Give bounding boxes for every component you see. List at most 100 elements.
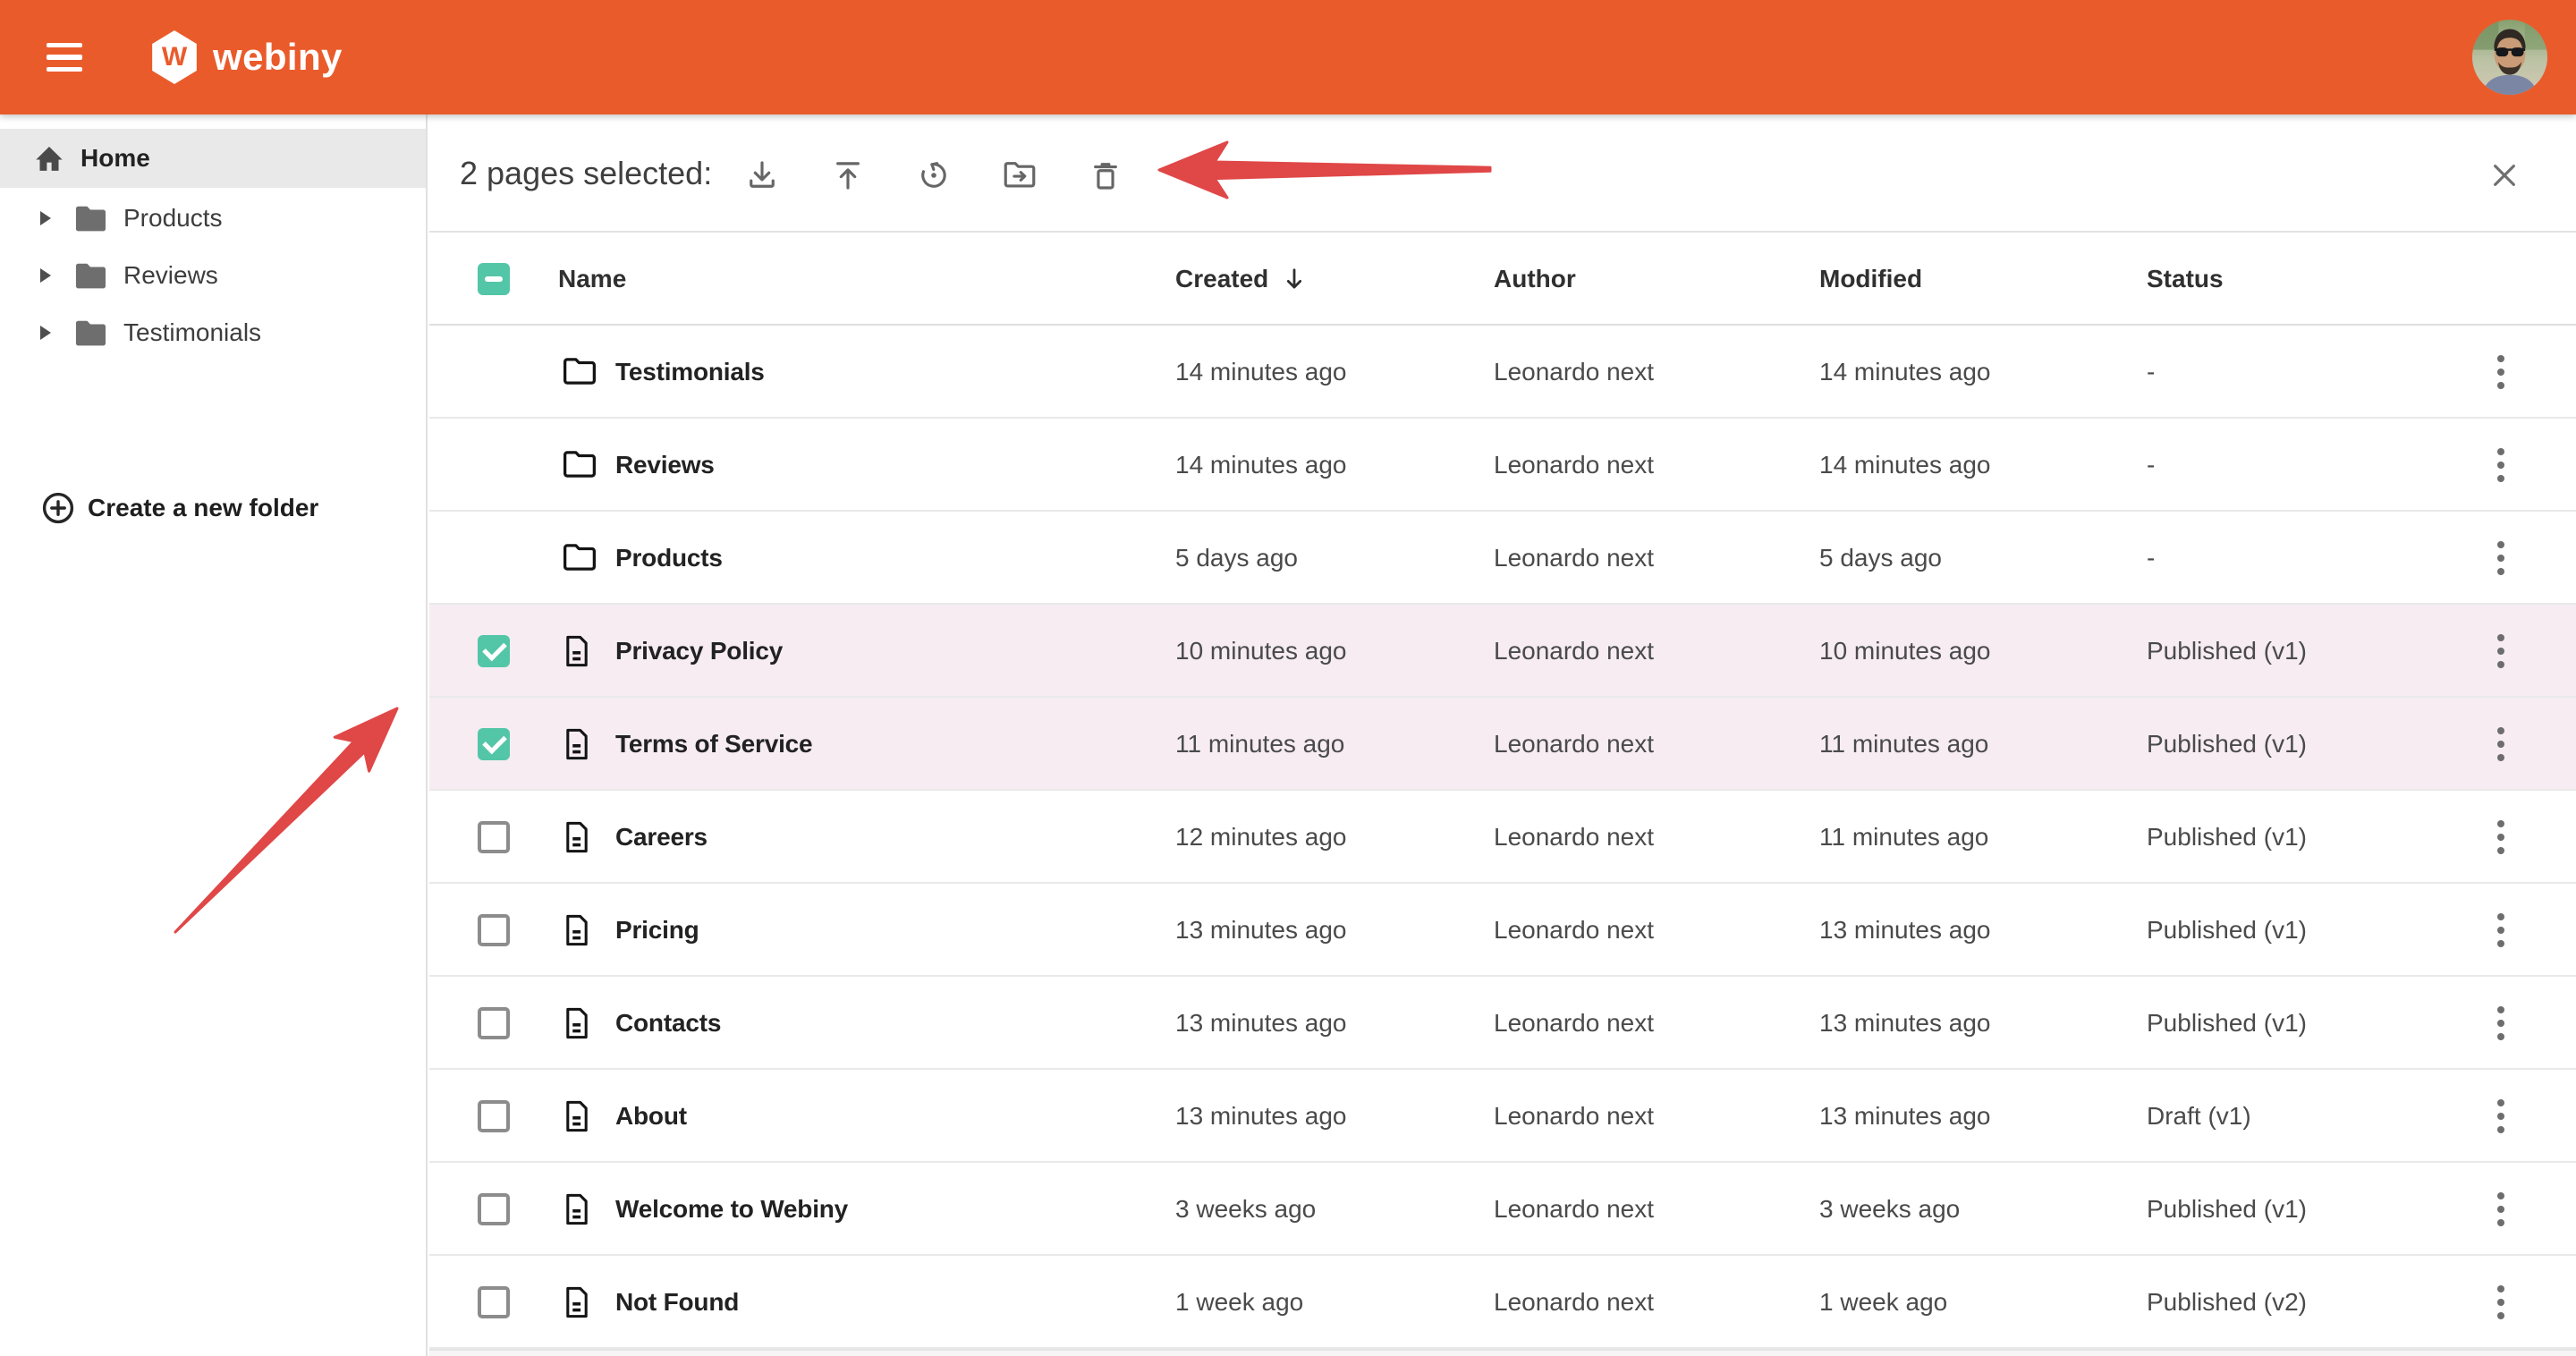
row-checkbox[interactable]	[478, 914, 510, 946]
table-row[interactable]: Not Found 1 week ago Leonardo next 1 wee…	[429, 1256, 2576, 1349]
column-header-modified[interactable]: Modified	[1819, 233, 1922, 326]
column-header-author[interactable]: Author	[1494, 233, 1576, 326]
row-status: Published (v1)	[2147, 977, 2307, 1070]
row-menu-button[interactable]	[2483, 445, 2519, 485]
table-row[interactable]: About 13 minutes ago Leonardo next 13 mi…	[429, 1070, 2576, 1163]
sidebar-item-products[interactable]: Products	[0, 190, 426, 247]
avatar[interactable]	[2472, 20, 2547, 95]
row-checkbox[interactable]	[478, 1007, 510, 1039]
row-name[interactable]: Terms of Service	[615, 698, 812, 791]
row-status: Published (v1)	[2147, 1163, 2307, 1256]
row-name[interactable]: Privacy Policy	[615, 605, 783, 698]
move-to-folder-button[interactable]	[995, 154, 1045, 197]
row-created: 13 minutes ago	[1175, 884, 1346, 977]
row-menu-button[interactable]	[2483, 1190, 2519, 1229]
row-modified: 1 week ago	[1819, 1256, 1947, 1349]
row-checkbox[interactable]	[478, 1100, 510, 1132]
sidebar-item-label: Home	[80, 144, 150, 173]
chevron-right-icon[interactable]	[39, 325, 52, 341]
table-row[interactable]: Welcome to Webiny 3 weeks ago Leonardo n…	[429, 1163, 2576, 1256]
folder-icon	[73, 318, 107, 348]
folder-tree: Products Reviews Testimonials	[0, 190, 426, 361]
row-menu-button[interactable]	[2483, 1097, 2519, 1136]
row-menu-button[interactable]	[2483, 631, 2519, 671]
sidebar-item-testimonials[interactable]: Testimonials	[0, 304, 426, 361]
select-all-checkbox[interactable]	[478, 263, 510, 295]
kebab-icon	[2496, 353, 2506, 391]
row-checkbox[interactable]	[478, 728, 510, 760]
row-created: 10 minutes ago	[1175, 605, 1346, 698]
sidebar-folder-label: Products	[123, 204, 223, 233]
table-row[interactable]: Careers 12 minutes ago Leonardo next 11 …	[429, 791, 2576, 884]
chevron-right-icon[interactable]	[39, 267, 52, 284]
row-name[interactable]: About	[615, 1070, 687, 1163]
row-name[interactable]: Careers	[615, 791, 708, 884]
publish-button[interactable]	[823, 154, 873, 197]
row-name[interactable]: Welcome to Webiny	[615, 1163, 848, 1256]
table-row[interactable]: Products 5 days ago Leonardo next 5 days…	[429, 512, 2576, 605]
sidebar-folder-label: Testimonials	[123, 318, 261, 347]
table-row[interactable]: Privacy Policy 10 minutes ago Leonardo n…	[429, 605, 2576, 698]
sidebar-item-home[interactable]: Home	[0, 129, 426, 188]
row-author: Leonardo next	[1494, 1163, 1654, 1256]
row-status: Draft (v1)	[2147, 1070, 2251, 1163]
table-row[interactable]: Terms of Service 11 minutes ago Leonardo…	[429, 698, 2576, 791]
column-header-status[interactable]: Status	[2147, 233, 2224, 326]
row-author: Leonardo next	[1494, 884, 1654, 977]
chevron-right-icon[interactable]	[39, 210, 52, 226]
row-name[interactable]: Not Found	[615, 1256, 739, 1349]
row-status: Published (v1)	[2147, 791, 2307, 884]
document-icon	[562, 1191, 592, 1227]
row-created: 13 minutes ago	[1175, 1070, 1346, 1163]
user-photo	[2472, 20, 2547, 95]
table-row[interactable]: Contacts 13 minutes ago Leonardo next 13…	[429, 977, 2576, 1070]
row-name[interactable]: Testimonials	[615, 326, 765, 419]
row-checkbox[interactable]	[478, 635, 510, 667]
row-menu-button[interactable]	[2483, 1004, 2519, 1043]
kebab-icon	[2496, 1004, 2506, 1042]
row-author: Leonardo next	[1494, 605, 1654, 698]
table-footer	[429, 1349, 2576, 1356]
restore-button[interactable]	[909, 154, 959, 197]
close-selection-button[interactable]	[2483, 156, 2526, 195]
row-checkbox[interactable]	[478, 821, 510, 853]
table-row[interactable]: Pricing 13 minutes ago Leonardo next 13 …	[429, 884, 2576, 977]
download-icon	[743, 157, 781, 194]
table-row[interactable]: Testimonials 14 minutes ago Leonardo nex…	[429, 326, 2576, 419]
download-button[interactable]	[737, 154, 787, 197]
document-icon	[562, 1098, 592, 1134]
row-name[interactable]: Contacts	[615, 977, 721, 1070]
row-author: Leonardo next	[1494, 977, 1654, 1070]
row-checkbox[interactable]	[478, 1286, 510, 1318]
row-menu-button[interactable]	[2483, 352, 2519, 392]
column-header-name[interactable]: Name	[558, 233, 626, 326]
delete-button[interactable]	[1080, 154, 1131, 197]
bulk-actions-bar: 2 pages selected:	[429, 114, 2576, 233]
kebab-icon	[2496, 1191, 2506, 1228]
document-icon	[562, 1005, 592, 1041]
row-created: 11 minutes ago	[1175, 698, 1344, 791]
row-created: 5 days ago	[1175, 512, 1298, 605]
selected-count-label: 2 pages selected:	[460, 114, 712, 233]
row-menu-button[interactable]	[2483, 538, 2519, 578]
app-bar: W webiny	[0, 0, 2576, 114]
row-menu-button[interactable]	[2483, 911, 2519, 950]
kebab-icon	[2496, 911, 2506, 949]
row-menu-button[interactable]	[2483, 1283, 2519, 1322]
row-menu-button[interactable]	[2483, 725, 2519, 764]
table-row[interactable]: Reviews 14 minutes ago Leonardo next 14 …	[429, 419, 2576, 512]
sidebar-item-reviews[interactable]: Reviews	[0, 247, 426, 304]
row-checkbox[interactable]	[478, 1193, 510, 1225]
folder-icon	[562, 447, 597, 481]
kebab-icon	[2496, 446, 2506, 484]
menu-button[interactable]	[47, 43, 82, 72]
folder-icon	[73, 203, 107, 233]
row-name[interactable]: Reviews	[615, 419, 715, 512]
row-name[interactable]: Products	[615, 512, 723, 605]
row-created: 14 minutes ago	[1175, 419, 1346, 512]
row-name[interactable]: Pricing	[615, 884, 699, 977]
row-menu-button[interactable]	[2483, 818, 2519, 857]
row-author: Leonardo next	[1494, 1256, 1654, 1349]
create-folder-button[interactable]: Create a new folder	[0, 479, 426, 537]
column-header-created[interactable]: Created	[1175, 233, 1306, 326]
